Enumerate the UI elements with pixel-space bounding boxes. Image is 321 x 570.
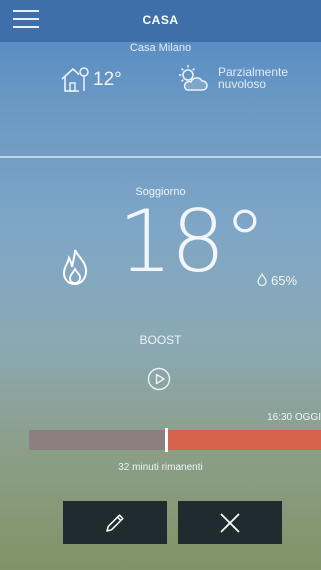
- boost-end-time: 16:30 OGGI: [267, 412, 321, 423]
- boost-label: BOOST: [139, 333, 182, 347]
- partly-cloudy-icon: [179, 65, 208, 91]
- outdoor-panel: [0, 42, 321, 156]
- boost-progress-bar: [29, 428, 321, 452]
- weather-line-2: nuvoloso: [218, 77, 267, 91]
- humidity-value: 65%: [271, 273, 298, 288]
- location-name: Casa Milano: [129, 42, 192, 54]
- remaining-time: 32 minuti rimanenti: [118, 462, 203, 473]
- flame-icon: [62, 249, 88, 286]
- progress-marker: [165, 428, 168, 452]
- house-thermometer-icon: [61, 67, 89, 92]
- edit-button[interactable]: [63, 501, 167, 544]
- app-title: CASA: [142, 13, 179, 27]
- cancel-button[interactable]: [178, 501, 282, 544]
- top-bar: CASA: [0, 0, 321, 42]
- outdoor-temperature: 12°: [93, 69, 122, 90]
- section-divider: [0, 156, 321, 158]
- progress-elapsed: [29, 430, 166, 450]
- pencil-icon: [106, 513, 124, 532]
- play-icon[interactable]: [147, 367, 171, 391]
- room-temperature: 18°: [118, 192, 266, 292]
- weather-description: Parzialmente nuvoloso: [218, 66, 288, 90]
- drop-icon: [257, 273, 267, 286]
- close-icon: [220, 512, 240, 533]
